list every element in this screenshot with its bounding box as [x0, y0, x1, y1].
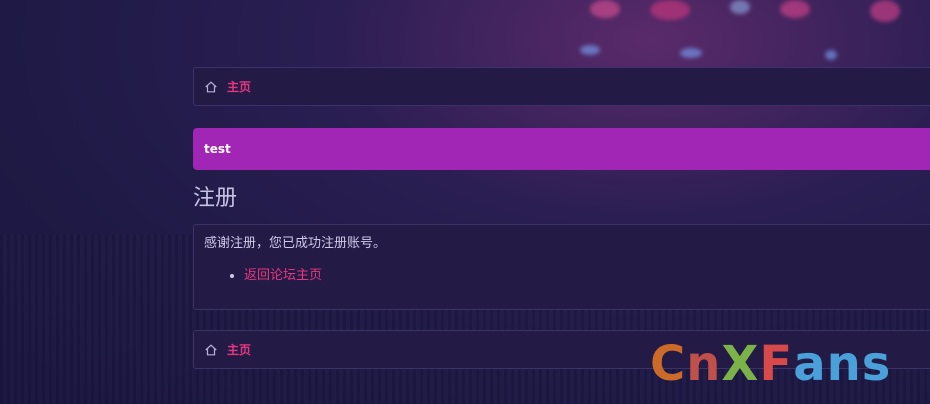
home-icon: [205, 80, 217, 92]
logo-letter: s: [861, 336, 892, 392]
logo-letter: F: [759, 336, 794, 392]
logo-letter: n: [826, 336, 862, 392]
logo-letter: C: [650, 336, 687, 392]
link-list: 返回论坛主页: [204, 264, 920, 283]
home-icon: [205, 343, 217, 355]
breadcrumb-home-link[interactable]: 主页: [227, 78, 251, 95]
list-item: 返回论坛主页: [244, 264, 920, 283]
back-to-forum-link[interactable]: 返回论坛主页: [244, 268, 322, 283]
message-panel: 感谢注册，您已成功注册账号。 返回论坛主页: [193, 224, 930, 310]
logo-letter: X: [721, 336, 760, 392]
breadcrumb-top: 主页: [193, 67, 930, 106]
breadcrumb-home-link[interactable]: 主页: [227, 341, 251, 358]
success-message: 感谢注册，您已成功注册账号。: [204, 236, 387, 251]
logo-letter: a: [793, 336, 827, 392]
page-title: 注册: [193, 186, 238, 211]
watermark-logo: CnXFans: [650, 340, 891, 388]
logo-letter: n: [686, 336, 722, 392]
notice-banner: test: [193, 128, 930, 170]
